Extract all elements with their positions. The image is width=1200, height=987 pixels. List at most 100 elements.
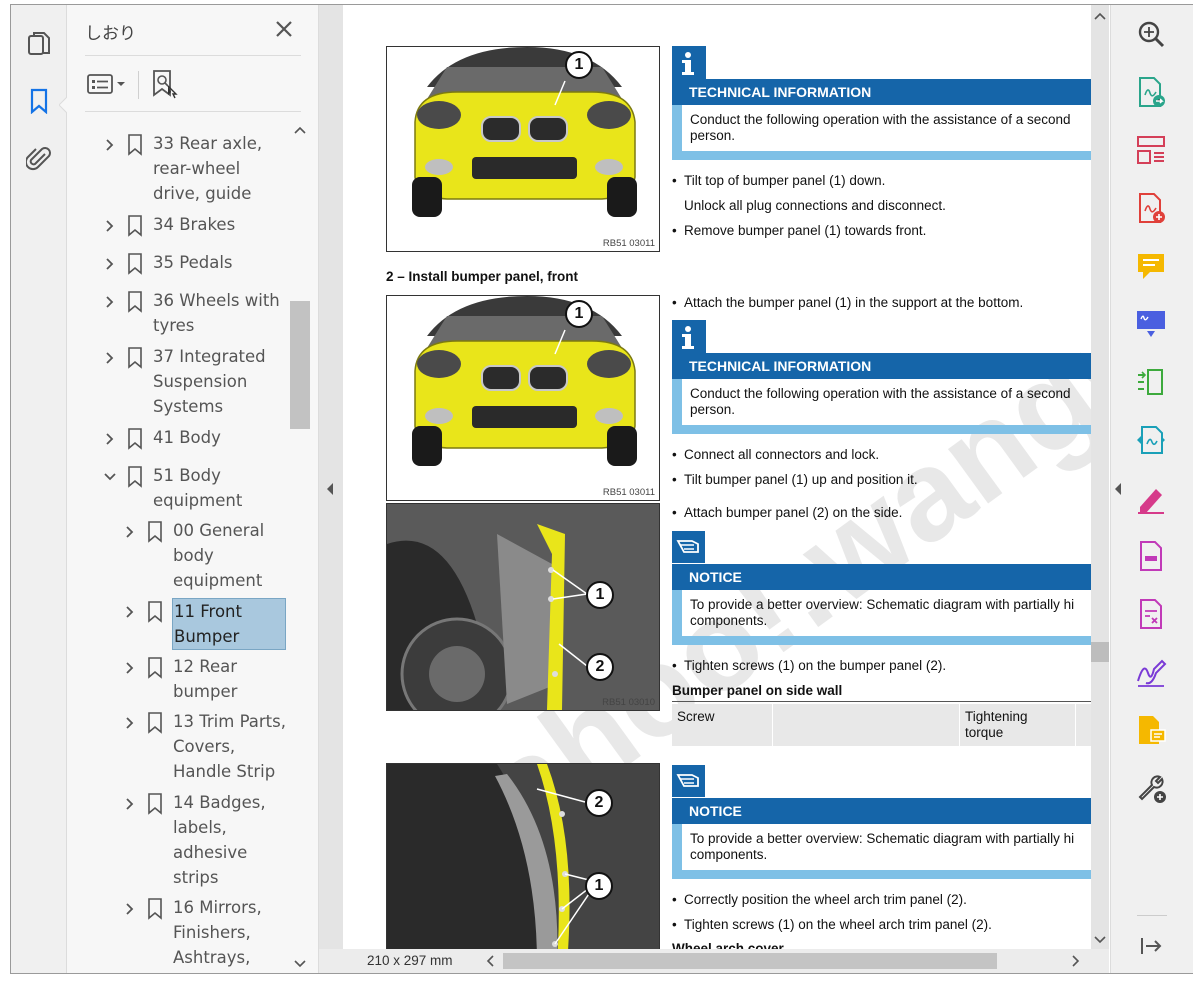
export-pdf-icon[interactable] [1134,75,1168,109]
chevron-right-icon[interactable] [103,351,117,365]
bookmark-icon [128,134,142,156]
bookmark-scrollbar[interactable] [290,121,310,973]
toolbar-divider [1137,915,1167,916]
chevron-right-icon[interactable] [123,716,137,730]
chevron-right-icon[interactable] [103,257,117,271]
figure-front-bumper-install: 1 RB51 03011 [386,295,660,501]
chevron-right-icon[interactable] [123,797,137,811]
technical-information-heading: TECHNICAL INFORMATION [672,353,1091,379]
bookmark-label: 33 Rear axle, rear-wheel drive, guide [153,134,263,203]
scroll-right-icon[interactable] [1071,955,1081,967]
right-tools-rail [1110,5,1193,973]
scroll-thumb[interactable] [1091,642,1109,662]
collapse-right-panel-icon[interactable] [1113,481,1123,497]
bookmark-label: 12 Rear bumper [173,657,238,701]
chevron-right-icon[interactable] [103,138,117,152]
bookmark-options-button[interactable] [87,73,129,95]
bookmark-label: 14 Badges, labels, adhesive strips [173,793,266,887]
more-tools-icon[interactable] [1134,771,1168,805]
chevron-right-icon[interactable] [103,432,117,446]
fill-sign-pen-icon[interactable] [1134,481,1168,515]
chevron-right-icon[interactable] [103,295,117,309]
figure-wheel-arch-trim: 2 1 [386,763,660,949]
redact-form-icon[interactable] [1134,597,1168,631]
bookmark-icon [128,347,142,369]
collapse-left-panel-icon[interactable] [325,481,335,497]
bookmark-icon [148,521,162,543]
bookmark-icon [148,898,162,920]
send-for-comments-icon[interactable] [1134,713,1168,747]
wheel-arch-illustration [387,504,659,710]
table-header-cell: Screw [677,709,715,724]
instruction-step: Attach the bumper panel (1) in the suppo… [672,295,1023,310]
bookmark-label: 34 Brakes [153,215,236,234]
chevron-right-icon[interactable] [123,525,137,539]
info-icon [672,320,706,354]
scroll-left-icon[interactable] [485,955,495,967]
bookmark-label: 13 Trim Parts, Covers, Handle Strip [173,712,286,781]
bookmark-icon [128,215,142,237]
bookmark-label: 36 Wheels with tyres [153,291,280,335]
page-size-label: 210 x 297 mm [367,953,453,968]
combine-files-icon[interactable] [1134,307,1168,341]
signature-pen-icon[interactable] [1134,655,1168,689]
car-front-illustration [412,47,637,217]
chevron-down-icon[interactable] [103,470,117,484]
document-viewer: Yahoo!:wangwz 1 RB51 03011 TECHNICAL INF… [319,5,1109,973]
table-header-cell: Tightening torque [965,709,1028,741]
figure-bumper-side-attachment: 1 2 RB51 03010 [386,503,660,711]
scroll-up-icon[interactable] [294,125,306,135]
page-thumbnails-icon[interactable] [25,30,53,58]
compress-pdf-icon[interactable] [1134,365,1168,399]
attachments-icon[interactable] [25,145,53,173]
notice-text-line: components. [690,847,768,862]
close-icon[interactable] [272,17,296,41]
instruction-step: Tighten screws (1) on the bumper panel (… [672,658,946,673]
scroll-up-icon[interactable] [1094,11,1106,21]
pdf-page: Yahoo!:wangwz 1 RB51 03011 TECHNICAL INF… [343,5,1091,949]
bookmark-icon [148,712,162,734]
chevron-right-icon[interactable] [123,661,137,675]
organize-pages-icon[interactable] [1134,133,1168,167]
instruction-step: Unlock all plug connections and disconne… [684,198,946,213]
zoom-search-icon[interactable] [1134,17,1168,51]
instruction-step: Tilt top of bumper panel (1) down. [672,173,885,188]
technical-information-body: Conduct the following operation with the… [672,379,1091,434]
info-icon [672,46,706,80]
bookmark-icon [148,657,162,679]
bookmark-icon [128,466,142,488]
bookmark-icon [148,601,162,623]
scroll-down-icon[interactable] [294,959,306,969]
scroll-down-icon[interactable] [1094,935,1106,945]
table-header-line: torque [965,725,1004,740]
find-current-bookmark-button[interactable] [151,69,181,99]
chevron-right-icon[interactable] [123,605,137,619]
divider [85,55,301,56]
notice-hand-icon [672,765,705,797]
comment-icon[interactable] [1134,249,1168,283]
notice-hand-icon [672,531,705,563]
bookmark-label: 41 Body [153,428,221,447]
bookmark-tree: 33 Rear axle, rear-wheel drive, guide 34 … [67,121,290,973]
bookmarks-tab-icon[interactable] [25,87,53,115]
notice-text-line: To provide a better overview: Schematic … [690,597,1075,612]
convert-pdf-icon[interactable] [1134,423,1168,457]
subsection-title: Wheel arch cover [672,941,784,949]
technical-information-heading: TECHNICAL INFORMATION [672,79,1091,105]
figure-caption: RB51 03011 [602,238,655,249]
chevron-right-icon[interactable] [103,219,117,233]
figure-front-bumper-removal: 1 RB51 03011 [386,46,660,252]
protect-document-icon[interactable] [1134,539,1168,573]
document-vertical-scrollbar[interactable] [1091,5,1109,949]
create-pdf-icon[interactable] [1134,191,1168,225]
chevron-right-icon[interactable] [123,902,137,916]
car-front-illustration [412,296,637,466]
table-col-divider [1075,704,1076,746]
scroll-thumb[interactable] [290,301,310,429]
table-rule [672,701,1091,702]
collapse-tools-icon[interactable] [1134,929,1168,963]
bookmarks-panel-title: しおり [85,24,136,43]
bookmark-label: 37 Integrated Suspension Systems [153,347,266,416]
horizontal-scroll-thumb[interactable] [503,953,997,969]
notice-heading: NOTICE [672,798,1091,824]
